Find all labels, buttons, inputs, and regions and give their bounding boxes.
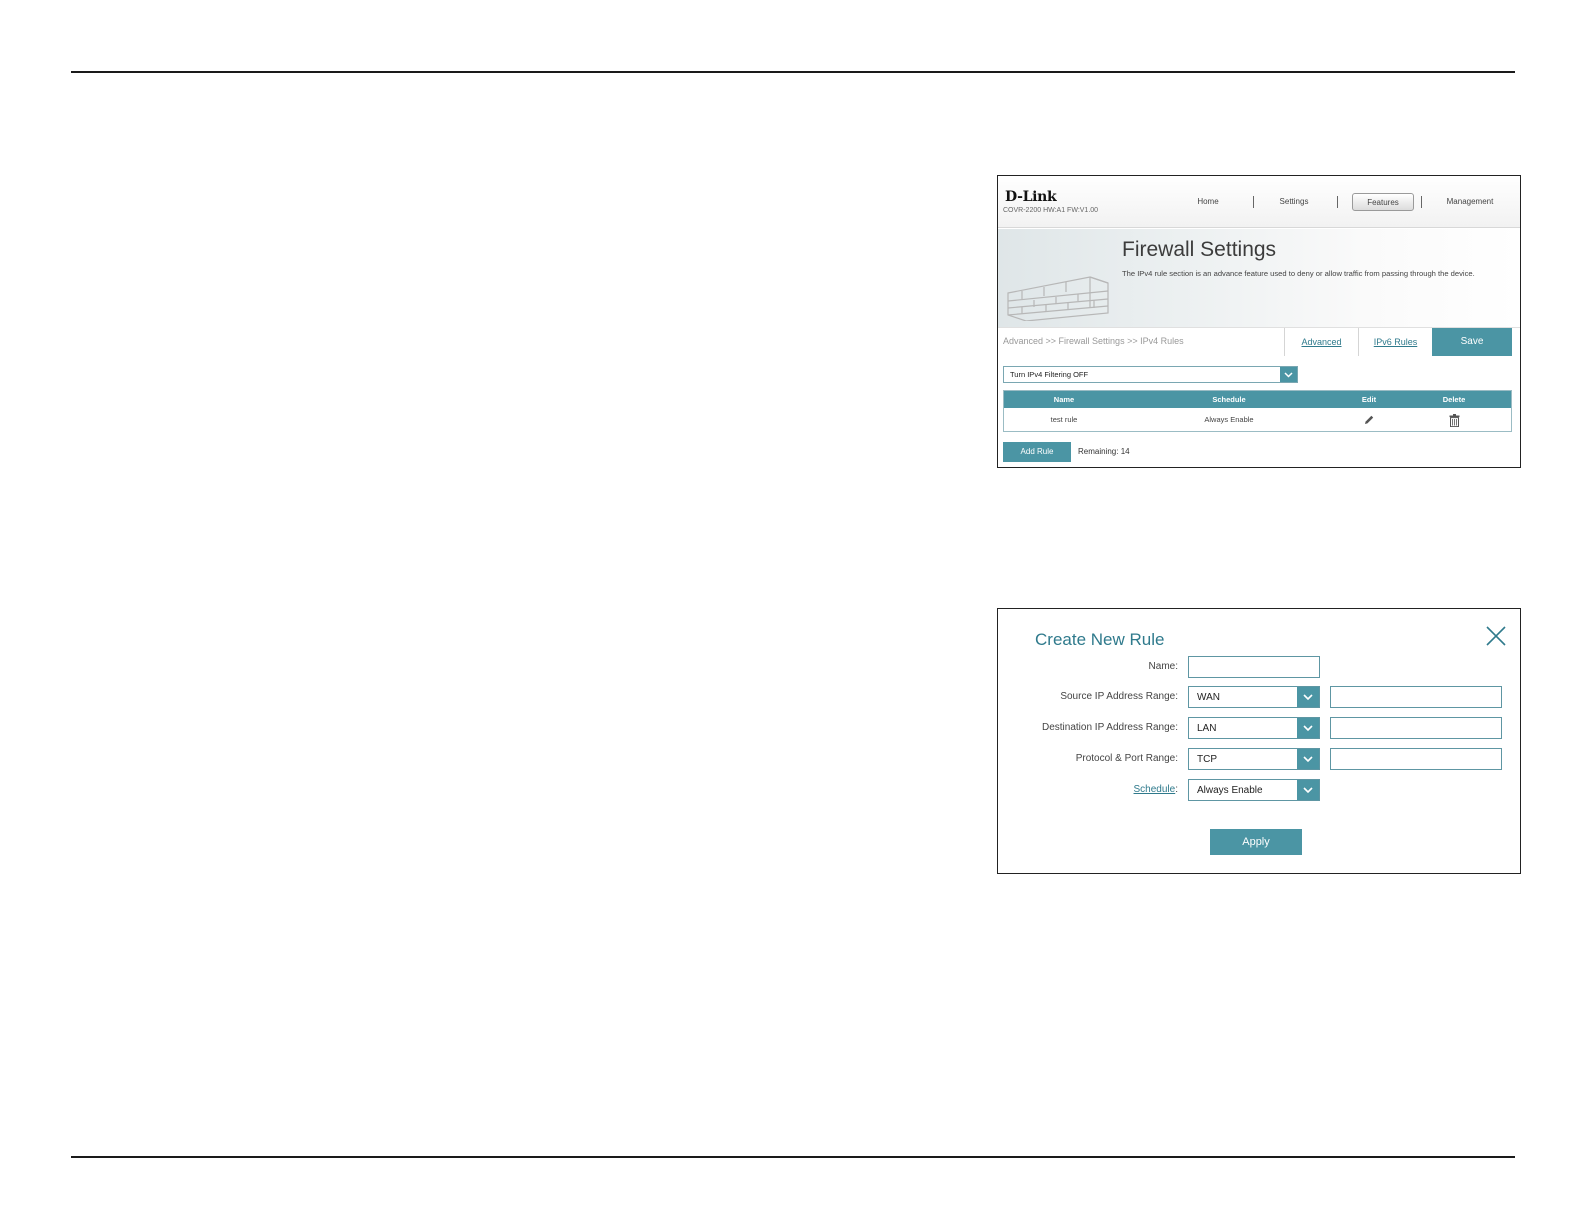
chevron-down-icon	[1297, 749, 1319, 769]
source-ip-select-value: WAN	[1197, 692, 1220, 703]
main-nav: Home Settings Features Management	[998, 193, 1520, 215]
schedule-link[interactable]: Schedule	[1134, 784, 1176, 795]
nav-management[interactable]: Management	[1436, 193, 1504, 211]
brick-wall-icon	[1007, 276, 1109, 321]
page-title: Firewall Settings	[1122, 238, 1277, 261]
nav-separator	[1337, 196, 1338, 208]
create-rule-dialog-screenshot: Create New Rule Name: Source IP Address …	[997, 608, 1521, 874]
table-header: Name Schedule Edit Delete	[1004, 391, 1511, 408]
hero-banner: Firewall Settings The IPv4 rule section …	[998, 229, 1520, 327]
top-divider	[71, 71, 1515, 73]
column-header-name: Name	[1053, 395, 1075, 404]
chevron-down-icon	[1297, 780, 1319, 800]
schedule-label-group: Schedule:	[1134, 784, 1178, 795]
chevron-down-icon	[1297, 687, 1319, 707]
column-header-delete: Delete	[1442, 395, 1466, 404]
name-input[interactable]	[1188, 656, 1320, 678]
ipv4-filtering-select[interactable]: Turn IPv4 Filtering OFF	[1003, 366, 1298, 383]
firewall-settings-screenshot: D-Link COVR-2200 HW:A1 FW:V1.00 Home Set…	[997, 175, 1521, 468]
advanced-link[interactable]: Advanced	[1284, 328, 1358, 356]
pencil-icon[interactable]	[1344, 408, 1394, 432]
nav-separator	[1253, 196, 1254, 208]
rule-schedule-cell: Always Enable	[1204, 415, 1254, 424]
destination-ip-select[interactable]: LAN	[1188, 717, 1320, 739]
header-bar: D-Link COVR-2200 HW:A1 FW:V1.00 Home Set…	[998, 176, 1520, 228]
chevron-down-icon	[1280, 367, 1297, 382]
breadcrumb: Advanced >> Firewall Settings >> IPv4 Ru…	[1003, 336, 1184, 346]
nav-home[interactable]: Home	[1188, 193, 1228, 211]
nav-separator	[1421, 196, 1422, 208]
bottom-divider	[71, 1156, 1515, 1158]
destination-ip-input[interactable]	[1330, 717, 1502, 739]
page-description: The IPv4 rule section is an advance feat…	[1122, 269, 1475, 278]
close-icon[interactable]	[1485, 625, 1507, 647]
nav-settings[interactable]: Settings	[1272, 193, 1316, 211]
schedule-select-value: Always Enable	[1197, 785, 1263, 796]
ipv4-rules-table: Name Schedule Edit Delete test rule Alwa…	[1003, 390, 1512, 432]
protocol-select[interactable]: TCP	[1188, 748, 1320, 770]
protocol-port-label: Protocol & Port Range:	[1075, 753, 1178, 764]
port-range-input[interactable]	[1330, 748, 1502, 770]
protocol-select-value: TCP	[1197, 754, 1217, 765]
schedule-colon: :	[1175, 784, 1178, 795]
ipv6-rules-link[interactable]: IPv6 Rules	[1358, 328, 1432, 356]
name-label: Name:	[1148, 661, 1178, 672]
add-rule-button[interactable]: Add Rule	[1003, 442, 1071, 462]
rule-name-cell: test rule	[1050, 415, 1078, 424]
dialog-title: Create New Rule	[1035, 630, 1165, 649]
remaining-count: Remaining: 14	[1078, 447, 1130, 456]
action-bar: Advanced >> Firewall Settings >> IPv4 Ru…	[998, 327, 1520, 356]
nav-features[interactable]: Features	[1352, 193, 1414, 211]
source-ip-select[interactable]: WAN	[1188, 686, 1320, 708]
schedule-select[interactable]: Always Enable	[1188, 779, 1320, 801]
destination-ip-label: Destination IP Address Range:	[1041, 722, 1178, 733]
apply-button[interactable]: Apply	[1210, 829, 1302, 855]
trash-icon[interactable]	[1429, 408, 1479, 432]
chevron-down-icon	[1297, 718, 1319, 738]
save-button[interactable]: Save	[1432, 328, 1512, 356]
source-ip-input[interactable]	[1330, 686, 1502, 708]
source-ip-label: Source IP Address Range:	[1060, 691, 1178, 702]
destination-ip-select-value: LAN	[1197, 723, 1217, 734]
ipv4-filtering-value: Turn IPv4 Filtering OFF	[1010, 370, 1089, 379]
column-header-schedule: Schedule	[1212, 395, 1246, 404]
column-header-edit: Edit	[1361, 395, 1377, 404]
